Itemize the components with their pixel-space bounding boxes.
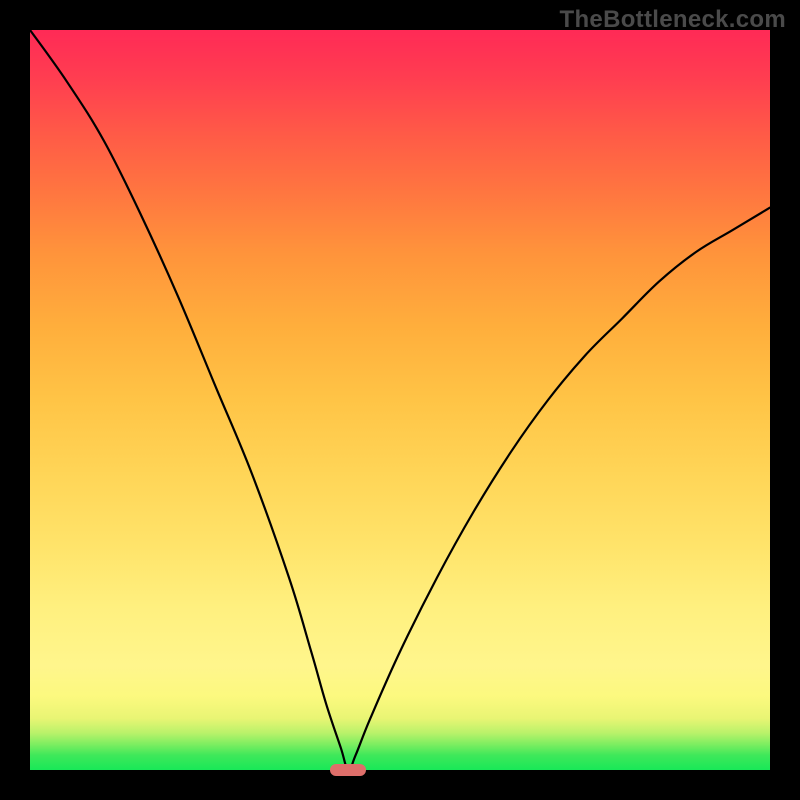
minimum-marker [330,764,366,776]
plot-area [30,30,770,770]
bottleneck-curve [30,30,770,770]
chart-frame: TheBottleneck.com [0,0,800,800]
watermark-text: TheBottleneck.com [560,6,786,34]
curve-path [30,30,770,770]
